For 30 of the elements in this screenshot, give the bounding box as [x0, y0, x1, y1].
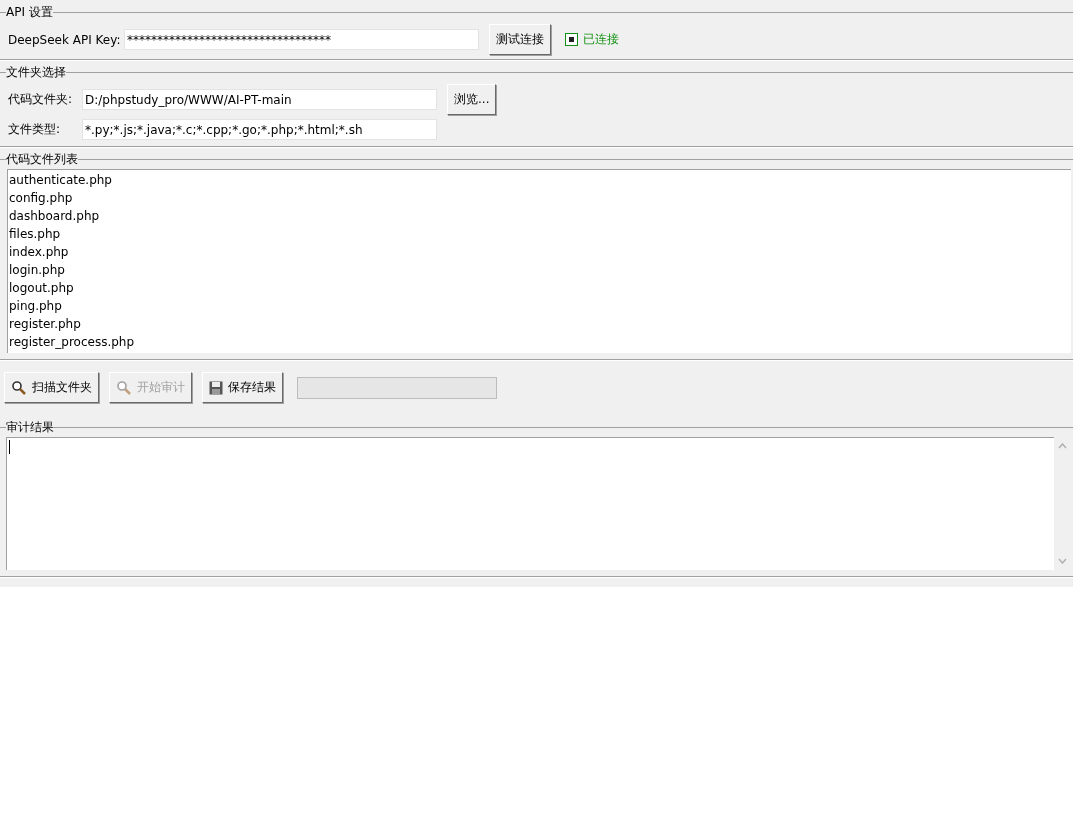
field-label: DeepSeek API Key:	[8, 32, 118, 47]
field-label: 代码文件夹:	[8, 91, 74, 108]
scroll-down-icon[interactable]	[1058, 558, 1067, 564]
section-title: 审计结果	[6, 418, 54, 436]
file-list-item[interactable]: register.php	[8, 315, 1071, 333]
browse-button[interactable]: 浏览...	[447, 84, 497, 115]
file-list-item[interactable]: ping.php	[8, 297, 1071, 315]
file-list-item[interactable]: register_process.php	[8, 333, 1071, 351]
folder-path-field[interactable]: D:/phpstudy_pro/WWW/AI-PT-main	[82, 89, 437, 110]
toolbar-button[interactable]: 保存结果	[202, 372, 283, 403]
file-list-item[interactable]: index.php	[8, 243, 1071, 261]
magnifier-icon	[116, 379, 132, 396]
file-list-item[interactable]: logout.php	[8, 279, 1071, 297]
file-list-item[interactable]: login.php	[8, 261, 1071, 279]
file-list-item[interactable]: config.php	[8, 189, 1071, 207]
toolbar-button[interactable]: 扫描文件夹	[4, 372, 99, 403]
section-title: 代码文件列表	[6, 150, 78, 168]
results-text-area[interactable]	[6, 437, 1054, 570]
file-list-item[interactable]: files.php	[8, 225, 1071, 243]
file-list-item[interactable]: authenticate.php	[8, 171, 1071, 189]
section-title: API 设置	[6, 3, 53, 21]
magnifier-icon	[11, 379, 27, 396]
section-title: 文件夹选择	[6, 63, 66, 81]
field-label: 文件类型:	[8, 121, 62, 138]
scroll-up-icon[interactable]	[1058, 443, 1067, 449]
api-key-field[interactable]: **********************************	[124, 29, 479, 50]
test-connection-button[interactable]: 测试连接	[489, 24, 551, 55]
file-list-item[interactable]: dashboard.php	[8, 207, 1071, 225]
connection-status: 已连接	[583, 31, 619, 48]
file-types-field[interactable]: *.py;*.js;*.java;*.c;*.cpp;*.go;*.php;*.html;*.sh	[82, 119, 437, 140]
